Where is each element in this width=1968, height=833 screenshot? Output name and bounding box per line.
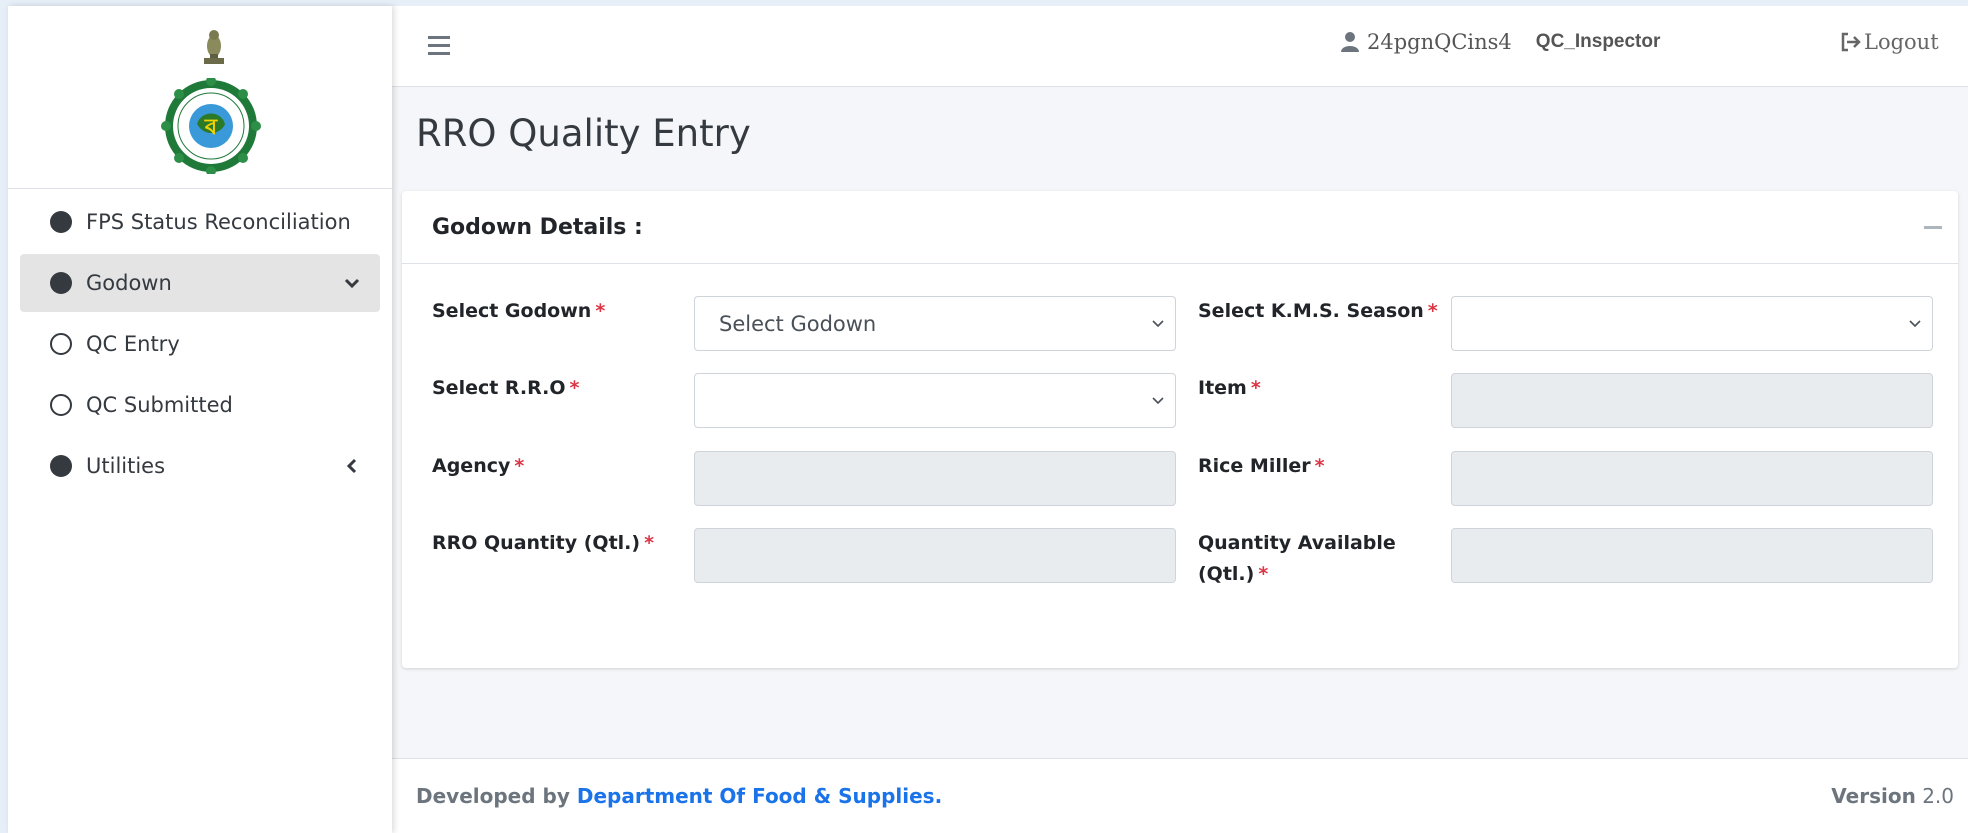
rro-quantity-label: RRO Quantity (Qtl.) * [432, 532, 655, 554]
circle-outline-icon [50, 333, 72, 355]
chevron-left-icon [346, 458, 357, 474]
svg-text:ব: ব [204, 115, 218, 140]
brand-logo-area: ব [8, 6, 392, 189]
sidebar-item-fps-status-reconciliation[interactable]: FPS Status Reconciliation [20, 193, 380, 251]
kms-season-label: Select K.M.S. Season * [1198, 300, 1438, 322]
circle-filled-icon [50, 272, 72, 294]
page-title: RRO Quality Entry [416, 112, 751, 155]
select-godown-dropdown[interactable]: Select Godown [694, 296, 1176, 351]
circle-filled-icon [50, 211, 72, 233]
sidebar-item-utilities[interactable]: Utilities [20, 437, 380, 495]
chevron-down-icon [344, 278, 360, 289]
top-navbar: 24pgnQCins4 QC_Inspector Logout [392, 6, 1968, 87]
chevron-down-icon [1152, 319, 1164, 327]
select-rro-dropdown[interactable] [694, 373, 1176, 428]
footer-version: Version 2.0 [1831, 784, 1954, 808]
sidebar-item-label: FPS Status Reconciliation [86, 210, 351, 234]
item-field [1451, 373, 1933, 428]
national-emblem-icon [204, 30, 224, 64]
west-bengal-seal-logo: ব [161, 78, 261, 174]
username: 24pgnQCins4 [1367, 30, 1512, 54]
sidebar-item-godown[interactable]: Godown [20, 254, 380, 312]
godown-details-card: Godown Details : Select Godown * Select G… [402, 191, 1958, 668]
kms-season-dropdown[interactable] [1451, 296, 1933, 351]
sidebar-item-qc-submitted[interactable]: QC Submitted [20, 376, 380, 434]
logout-icon [1841, 32, 1861, 52]
card-title: Godown Details : [432, 215, 643, 240]
circle-filled-icon [50, 455, 72, 477]
rro-quantity-field [694, 528, 1176, 583]
agency-label: Agency * [432, 455, 525, 477]
user-role: QC_Inspector [1535, 31, 1661, 52]
rice-miller-field [1451, 451, 1933, 506]
user-icon [1341, 32, 1359, 52]
quantity-available-field [1451, 528, 1933, 583]
user-info: 24pgnQCins4 QC_Inspector [1340, 30, 1660, 54]
footer: Developed by Department Of Food & Suppli… [392, 758, 1968, 833]
rice-miller-label: Rice Miller * [1198, 455, 1325, 477]
logout-button[interactable]: Logout [1840, 30, 1939, 54]
department-link[interactable]: Department Of Food & Supplies. [577, 784, 942, 808]
chevron-down-icon [1909, 319, 1921, 327]
chevron-down-icon [1152, 396, 1164, 404]
card-header: Godown Details : [402, 191, 1958, 264]
circle-outline-icon [50, 394, 72, 416]
quantity-available-label: Quantity Available (Qtl.) * [1198, 532, 1396, 585]
sidebar-item-label: Utilities [86, 454, 166, 478]
sidebar-nav: FPS Status Reconciliation Godown QC Entr… [8, 193, 392, 495]
item-label: Item * [1198, 377, 1261, 399]
sidebar-item-label: QC Submitted [86, 393, 233, 417]
app-frame: ব FPS Status Reconciliation Godown QC En… [8, 6, 1968, 833]
sidebar-item-qc-entry[interactable]: QC Entry [20, 315, 380, 373]
footer-credit: Developed by Department Of Food & Suppli… [416, 784, 943, 808]
sidebar-item-label: QC Entry [86, 332, 180, 356]
select-godown-label: Select Godown * [432, 300, 606, 322]
hamburger-menu-icon[interactable] [428, 36, 450, 55]
agency-field [694, 451, 1176, 506]
collapse-minus-icon[interactable] [1924, 226, 1942, 229]
select-godown-value: Select Godown [719, 311, 877, 336]
sidebar: ব FPS Status Reconciliation Godown QC En… [8, 6, 392, 833]
sidebar-item-label: Godown [86, 271, 172, 295]
select-rro-label: Select R.R.O * [432, 377, 580, 399]
logout-label: Logout [1864, 30, 1939, 54]
